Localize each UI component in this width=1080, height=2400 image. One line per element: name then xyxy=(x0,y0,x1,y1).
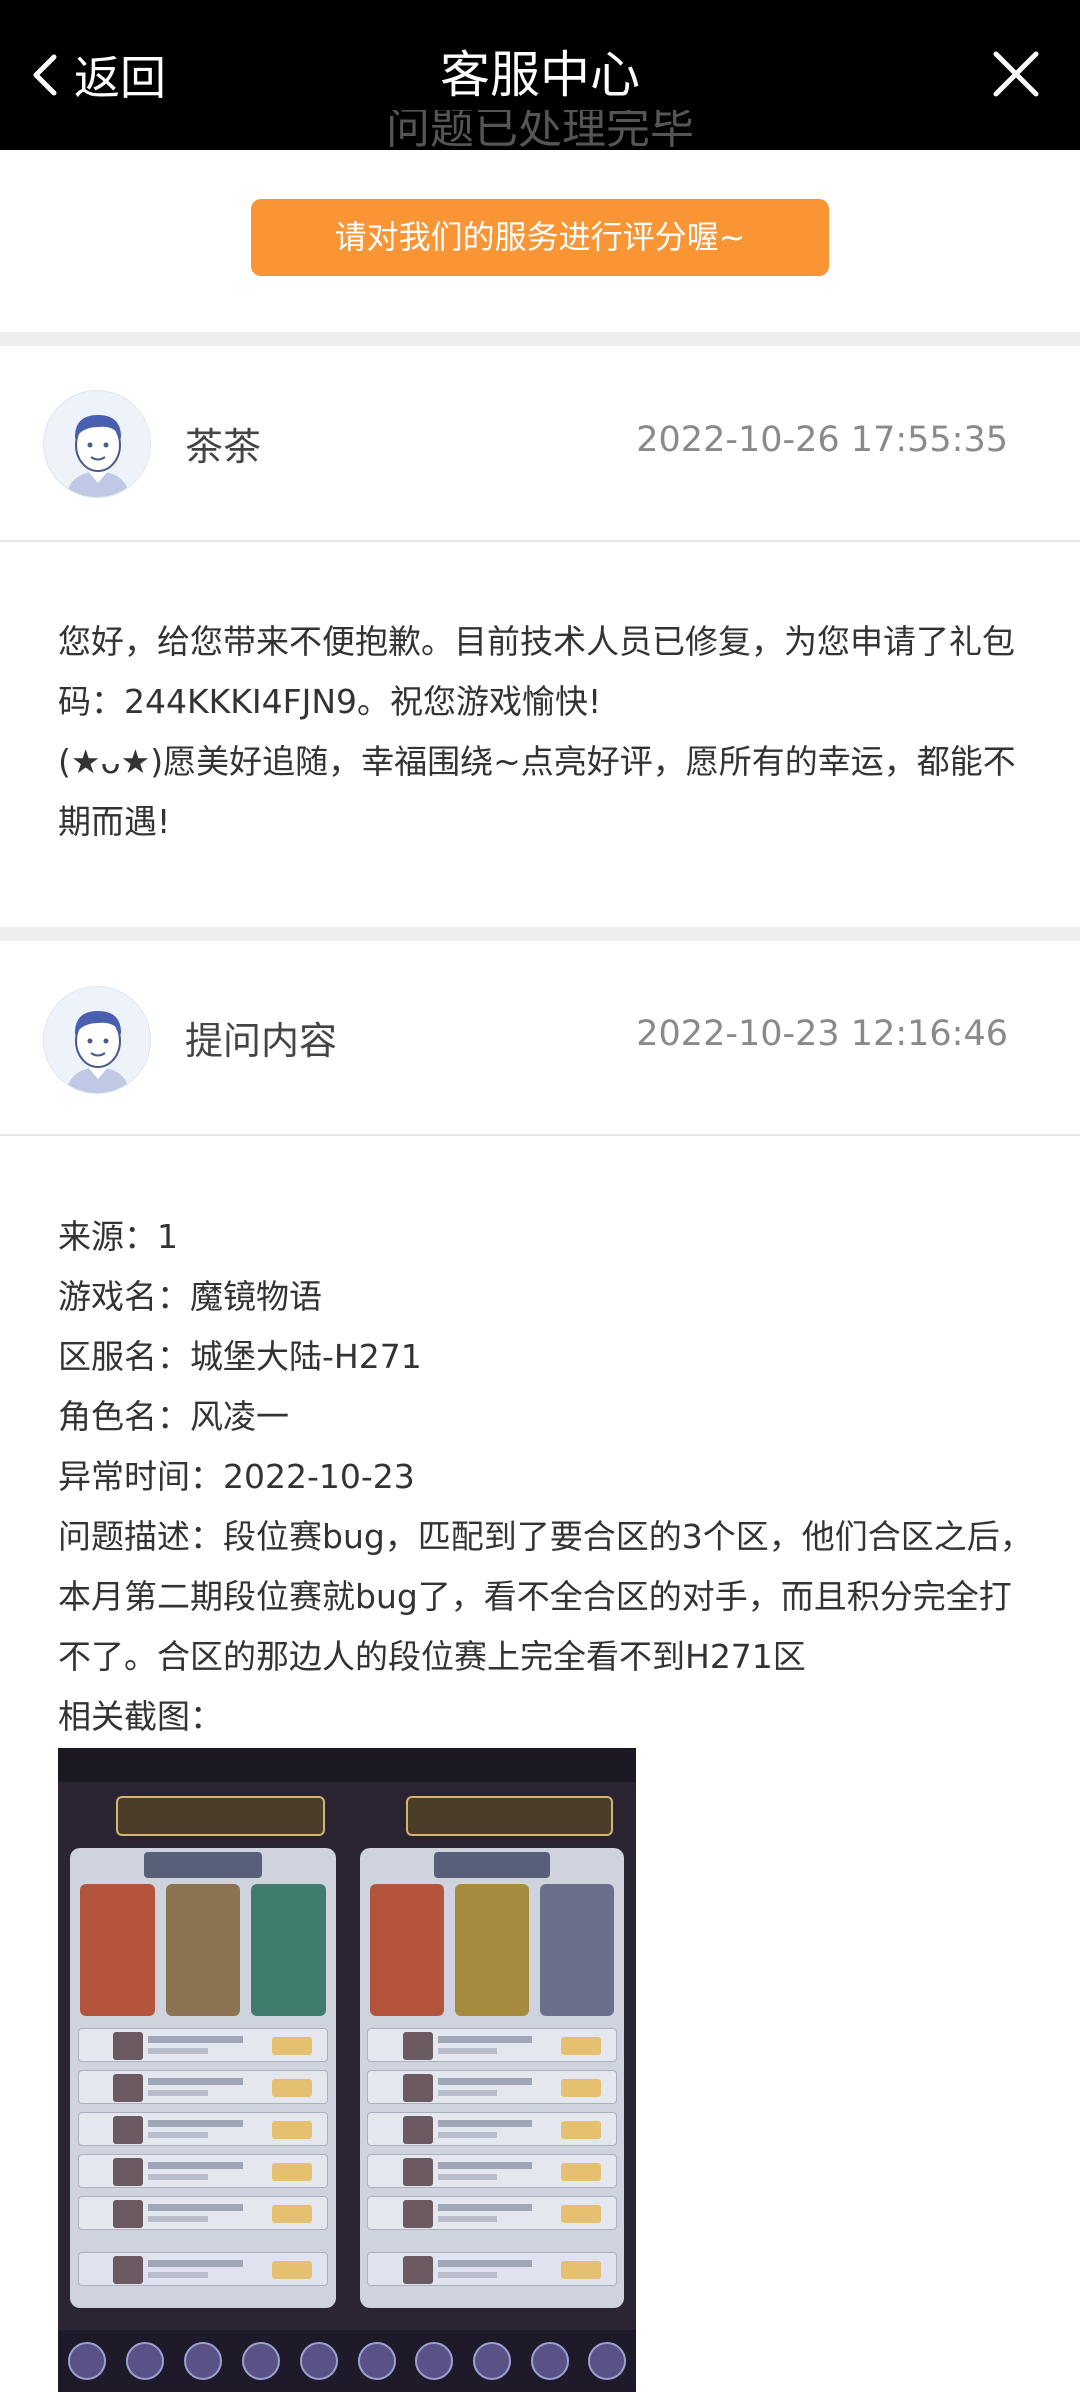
role-field: 角色名：风凌一 xyxy=(58,1397,289,1436)
ranking-row xyxy=(77,2112,329,2146)
ranking-row xyxy=(367,2196,617,2230)
ranking-title-bar xyxy=(433,1852,551,1878)
ranking-row xyxy=(367,2154,617,2188)
section-separator xyxy=(0,927,1080,941)
ranking-row xyxy=(77,2070,329,2104)
attached-screenshot[interactable] xyxy=(58,1748,348,2392)
game-bottom-nav xyxy=(58,2330,348,2392)
user-avatar-icon xyxy=(44,987,150,1093)
question-timestamp: 2022-10-23 12:16:46 xyxy=(636,1014,1008,1054)
close-icon xyxy=(993,51,1039,97)
hero-card xyxy=(370,1884,445,2016)
ranking-row xyxy=(77,2154,329,2188)
problem-description: 问题描述：段位赛bug，匹配到了要合区的3个区，他们合区之后，本月第二期段位赛就… xyxy=(58,1517,1033,1676)
close-button[interactable] xyxy=(990,48,1042,100)
divider xyxy=(0,540,1080,542)
screenshot-banner xyxy=(116,1796,325,1836)
page-title: 客服中心 xyxy=(440,46,640,104)
ranking-panel xyxy=(359,1848,625,2308)
divider xyxy=(0,1134,1080,1136)
hero-card xyxy=(251,1884,326,2016)
screenshot-banner xyxy=(405,1796,613,1836)
hero-card xyxy=(539,1884,614,2016)
question-heading: 提问内容 xyxy=(185,1019,338,1063)
screenshots-label: 相关截图： xyxy=(58,1697,223,1736)
ranking-title-bar xyxy=(144,1852,262,1878)
status-text-partial: 问题已处理完毕 xyxy=(0,110,1080,170)
ranking-row xyxy=(367,2070,617,2104)
ranking-row xyxy=(367,2028,617,2062)
reply-message: 您好，给您带来不便抱歉。目前技术人员已修复，为您申请了礼包码：244KKKI4F… xyxy=(58,612,1038,852)
error-time-field: 异常时间：2022-10-23 xyxy=(58,1457,415,1496)
ranking-row xyxy=(77,2196,329,2230)
hero-card xyxy=(165,1884,241,2016)
reply-timestamp: 2022-10-26 17:55:35 xyxy=(636,420,1008,460)
reply-paragraph: 您好，给您带来不便抱歉。目前技术人员已修复，为您申请了礼包码：244KKKI4F… xyxy=(58,622,1015,721)
ranking-row xyxy=(367,2112,617,2146)
ranking-row-self xyxy=(77,2252,329,2286)
avatar xyxy=(43,986,151,1094)
rate-service-button[interactable]: 请对我们的服务进行评分喔~ xyxy=(251,199,829,276)
source-field: 来源：1 xyxy=(58,1217,178,1256)
status-text: 问题已处理完毕 xyxy=(386,110,694,154)
responder-name: 茶茶 xyxy=(185,425,262,469)
question-details: 来源：1 游戏名：魔镜物语 区服名：城堡大陆-H271 角色名：风凌一 异常时间… xyxy=(58,1207,1038,1747)
server-field: 区服名：城堡大陆-H271 xyxy=(58,1337,422,1376)
attached-screenshot[interactable] xyxy=(348,1748,636,2392)
ranking-row-self xyxy=(367,2252,617,2286)
screenshot-header xyxy=(348,1748,636,1782)
section-separator xyxy=(0,332,1080,346)
ranking-panel xyxy=(69,1848,337,2308)
reply-paragraph: (★ᴗ★)愿美好追随，幸福围绕~点亮好评，愿所有的幸运，都能不期而遇! xyxy=(58,742,1016,841)
user-avatar-icon xyxy=(44,391,150,497)
hero-card xyxy=(80,1884,155,2016)
game-bottom-nav xyxy=(348,2330,636,2392)
ranking-row xyxy=(77,2028,329,2062)
screenshot-header xyxy=(58,1748,348,1782)
game-name-field: 游戏名：魔镜物语 xyxy=(58,1277,322,1316)
avatar xyxy=(43,390,151,498)
hero-card xyxy=(454,1884,530,2016)
